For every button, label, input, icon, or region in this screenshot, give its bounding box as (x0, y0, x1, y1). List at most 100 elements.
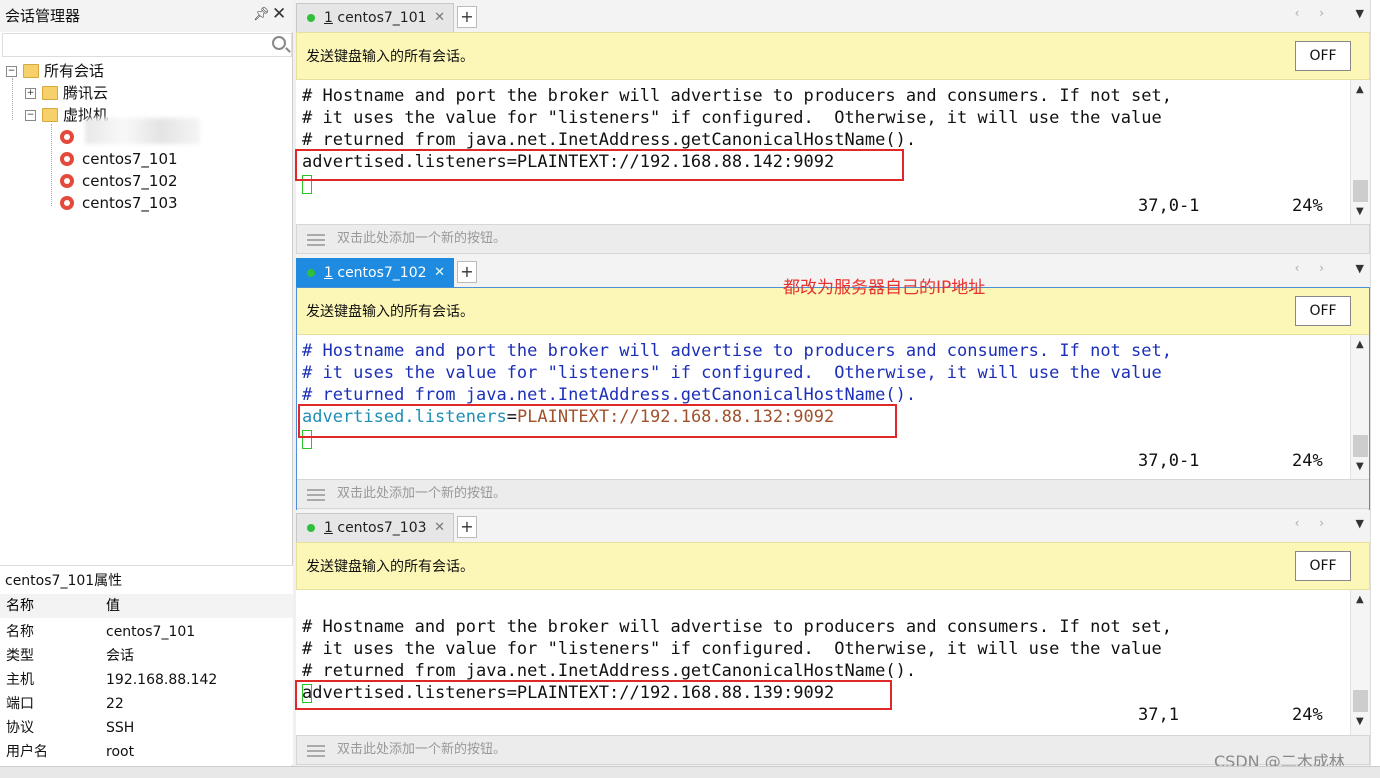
highlight-box (298, 404, 897, 438)
tree-item-label: 腾讯云 (63, 84, 109, 102)
session-icon (60, 130, 74, 144)
terminal-line: # it uses the value for "listeners" if c… (302, 639, 1162, 659)
connected-status-icon (307, 269, 315, 277)
tab-session[interactable]: 1 centos7_101 ✕ (296, 3, 454, 32)
scroll-up-icon[interactable]: ▲ (1356, 84, 1364, 95)
terminal-line: # Hostname and port the broker will adve… (302, 617, 1172, 637)
tree-item-session-redacted[interactable] (60, 126, 82, 148)
terminal-line: # Hostname and port the broker will adve… (302, 86, 1172, 106)
tree-item-all-sessions[interactable]: − 所有会话 (6, 60, 104, 82)
tab-scroll-arrows-icon[interactable]: ‹ › (1295, 261, 1332, 275)
terminal-line: # it uses the value for "listeners" if c… (302, 108, 1162, 128)
session-icon (60, 196, 74, 210)
tab-dropdown-icon[interactable]: ▼ (1356, 7, 1364, 20)
tree-item-session[interactable]: centos7_103 (60, 192, 178, 214)
session-icon (60, 174, 74, 188)
scroll-up-icon[interactable]: ▲ (1356, 594, 1364, 605)
pin-icon[interactable]: 📌︎ (253, 7, 270, 22)
menu-icon[interactable] (307, 234, 325, 236)
close-tab-icon[interactable]: ✕ (434, 259, 445, 287)
button-bar-hint: 双击此处添加一个新的按钮。 (337, 231, 507, 246)
property-key: 端口 (6, 696, 34, 712)
tab-number: 1 (324, 10, 333, 26)
send-to-all-bar: 发送键盘输入的所有会话。 OFF (296, 32, 1370, 80)
property-row: 类型 会话 (0, 644, 293, 668)
tab-scroll-arrows-icon[interactable]: ‹ › (1295, 516, 1332, 530)
close-tab-icon[interactable]: ✕ (434, 514, 445, 542)
button-bar[interactable]: 双击此处添加一个新的按钮。 (296, 735, 1370, 765)
menu-icon[interactable] (307, 745, 325, 747)
folder-icon (42, 86, 58, 100)
terminal-scrollbar[interactable]: ▲ ▼ (1350, 590, 1370, 735)
tree-item-folder-tencent[interactable]: + 腾讯云 (25, 82, 108, 104)
close-tab-icon[interactable]: ✕ (434, 4, 445, 32)
new-tab-button[interactable]: + (457, 6, 477, 28)
session-search-input[interactable] (2, 33, 292, 57)
scroll-thumb[interactable] (1353, 180, 1368, 202)
highlight-box (295, 680, 892, 710)
scroll-thumb[interactable] (1353, 435, 1368, 457)
tab-number: 1 (324, 520, 333, 536)
button-bar[interactable]: 双击此处添加一个新的按钮。 (296, 224, 1370, 254)
property-key: 名称 (6, 624, 34, 640)
property-key: 类型 (6, 648, 34, 664)
terminal-line: # returned from java.net.InetAddress.get… (302, 661, 917, 681)
tree-item-label: centos7_102 (82, 172, 178, 190)
collapse-icon[interactable]: − (6, 65, 17, 77)
button-bar-hint: 双击此处添加一个新的按钮。 (337, 742, 507, 757)
expand-icon[interactable]: + (25, 87, 36, 99)
property-value: 22 (106, 696, 124, 712)
new-tab-button[interactable]: + (457, 516, 477, 538)
terminal-line: # returned from java.net.InetAddress.get… (302, 130, 917, 150)
cursor-position: 37,1 (1138, 705, 1179, 725)
column-header-name[interactable]: 名称 (6, 594, 34, 618)
tab-label: centos7_103 (332, 520, 427, 536)
send-to-all-off-button[interactable]: OFF (1295, 41, 1351, 71)
tab-bar: 1 centos7_103 ✕ + ‹ › ▼ (296, 510, 1370, 542)
scroll-up-icon[interactable]: ▲ (1356, 339, 1364, 350)
new-tab-button[interactable]: + (457, 261, 477, 283)
scroll-percent: 24% (1292, 196, 1323, 216)
scroll-thumb[interactable] (1353, 690, 1368, 712)
collapse-icon[interactable]: − (25, 109, 36, 121)
tab-session[interactable]: 1 centos7_103 ✕ (296, 513, 454, 542)
close-icon[interactable]: ✕ (272, 4, 286, 24)
scroll-down-icon[interactable]: ▼ (1356, 716, 1364, 727)
tab-bar: 1 centos7_101 ✕ + ‹ › ▼ (296, 0, 1370, 32)
property-key: 协议 (6, 720, 34, 736)
terminal-scrollbar[interactable]: ▲ ▼ (1350, 335, 1370, 479)
tree-item-session[interactable]: centos7_102 (60, 170, 178, 192)
folder-icon (42, 108, 58, 122)
tree-item-session[interactable]: centos7_101 (60, 148, 178, 170)
tab-session-active[interactable]: 1 centos7_102 ✕ (296, 258, 454, 287)
property-value: SSH (106, 720, 135, 736)
terminal[interactable]: # Hostname and port the broker will adve… (296, 590, 1350, 735)
terminal-line: # returned from java.net.InetAddress.get… (302, 385, 917, 405)
status-bar (0, 766, 1380, 778)
annotation-text: 都改为服务器自己的IP地址 (783, 278, 986, 298)
redacted-area (85, 118, 200, 144)
column-header-value[interactable]: 值 (106, 594, 120, 618)
property-value: 会话 (106, 648, 134, 664)
send-to-all-label: 发送键盘输入的所有会话。 (306, 559, 474, 575)
send-to-all-off-button[interactable]: OFF (1295, 551, 1351, 581)
search-icon[interactable] (272, 36, 286, 50)
tab-dropdown-icon[interactable]: ▼ (1356, 517, 1364, 530)
connected-status-icon (307, 14, 315, 22)
properties-title: centos7_101属性 (0, 565, 293, 593)
terminal-scrollbar[interactable]: ▲ ▼ (1350, 80, 1370, 224)
properties-header: 名称 值 (0, 594, 293, 618)
button-bar[interactable]: 双击此处添加一个新的按钮。 (296, 479, 1370, 509)
scroll-down-icon[interactable]: ▼ (1356, 206, 1364, 217)
scroll-percent: 24% (1292, 451, 1323, 471)
scroll-down-icon[interactable]: ▼ (1356, 461, 1364, 472)
tab-dropdown-icon[interactable]: ▼ (1356, 262, 1364, 275)
send-to-all-label: 发送键盘输入的所有会话。 (306, 304, 474, 320)
send-to-all-off-button[interactable]: OFF (1295, 296, 1351, 326)
send-to-all-label: 发送键盘输入的所有会话。 (306, 49, 474, 65)
property-row: 主机 192.168.88.142 (0, 668, 293, 692)
tab-number: 1 (324, 265, 333, 281)
property-value: 192.168.88.142 (106, 672, 218, 688)
tab-scroll-arrows-icon[interactable]: ‹ › (1295, 6, 1332, 20)
menu-icon[interactable] (307, 489, 325, 491)
